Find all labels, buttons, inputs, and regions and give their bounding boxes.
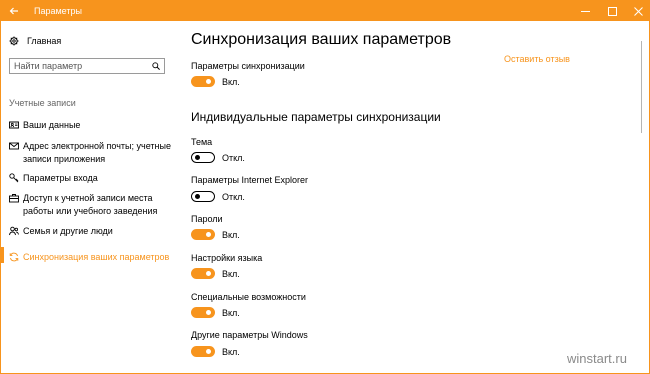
other-windows-toggle[interactable] — [191, 346, 215, 357]
maximize-icon — [607, 6, 617, 16]
sync-icon — [9, 252, 19, 262]
key-icon — [9, 173, 19, 183]
sidebar: Главная Учетные записи Ваши данные Адрес… — [1, 21, 177, 373]
sidebar-item-sign-in-options[interactable]: Параметры входа — [9, 172, 174, 185]
setting-ie-row: Откл. — [191, 191, 245, 202]
sidebar-item-sync[interactable]: Синхронизация ваших параметров — [9, 251, 174, 264]
toggle-knob — [206, 271, 211, 276]
active-indicator — [1, 247, 4, 263]
setting-theme-row: Откл. — [191, 152, 245, 163]
sidebar-item-label: Ваши данные — [23, 120, 81, 130]
setting-passwords-label: Пароли — [191, 214, 223, 224]
setting-language-row: Вкл. — [191, 268, 240, 279]
theme-toggle[interactable] — [191, 152, 215, 163]
toggle-state: Вкл. — [222, 268, 240, 279]
toggle-knob — [206, 349, 211, 354]
toggle-state: Откл. — [222, 191, 245, 202]
briefcase-icon — [9, 194, 19, 203]
sidebar-item-work-access[interactable]: Доступ к учетной записи места работы или… — [9, 192, 174, 218]
back-button[interactable] — [1, 1, 27, 21]
sidebar-item-label: Синхронизация ваших параметров — [23, 252, 170, 262]
sync-settings-label: Параметры синхронизации — [191, 61, 305, 71]
sidebar-item-label: Доступ к учетной записи места работы или… — [23, 193, 158, 216]
setting-other-windows-row: Вкл. — [191, 346, 240, 357]
passwords-toggle[interactable] — [191, 229, 215, 240]
sidebar-item-email-accounts[interactable]: Адрес электронной почты; учетные записи … — [9, 140, 174, 166]
minimize-icon — [580, 10, 590, 12]
sidebar-item-label: Параметры входа — [23, 173, 98, 183]
main-content: Синхронизация ваших параметров Оставить … — [177, 21, 649, 373]
section-title: Учетные записи — [9, 98, 76, 108]
toggle-knob — [206, 232, 211, 237]
sync-settings-toggle-row: Вкл. — [191, 76, 240, 87]
close-icon — [633, 6, 643, 16]
mail-icon — [9, 142, 19, 150]
page-title: Синхронизация ваших параметров — [191, 31, 452, 48]
feedback-link[interactable]: Оставить отзыв — [504, 54, 570, 64]
toggle-state: Вкл. — [222, 346, 240, 357]
minimize-button[interactable] — [571, 1, 599, 21]
setting-theme-label: Тема — [191, 137, 213, 147]
setting-other-windows-label: Другие параметры Windows — [191, 330, 308, 340]
ie-toggle[interactable] — [191, 191, 215, 202]
sync-settings-toggle[interactable] — [191, 76, 215, 87]
setting-language-label: Настройки языка — [191, 253, 263, 263]
toggle-state: Вкл. — [222, 229, 240, 240]
home-link[interactable]: Главная — [9, 36, 61, 46]
maximize-button[interactable] — [598, 1, 626, 21]
toggle-knob — [195, 154, 200, 160]
setting-accessibility-label: Специальные возможности — [191, 292, 306, 302]
setting-accessibility-row: Вкл. — [191, 307, 240, 318]
toggle-knob — [206, 310, 211, 315]
settings-window: Параметры Главная Учетные записи Ваш — [0, 0, 650, 374]
toggle-knob — [195, 193, 200, 199]
setting-ie-label: Параметры Internet Explorer — [191, 175, 309, 185]
search-icon[interactable] — [152, 62, 160, 70]
sidebar-item-your-info[interactable]: Ваши данные — [9, 119, 174, 132]
home-label: Главная — [27, 36, 62, 46]
toggle-knob — [206, 79, 211, 84]
window-title: Параметры — [34, 6, 82, 16]
back-arrow-icon — [9, 7, 18, 15]
setting-passwords-row: Вкл. — [191, 229, 240, 240]
people-icon — [9, 226, 19, 236]
language-toggle[interactable] — [191, 268, 215, 279]
accessibility-toggle[interactable] — [191, 307, 215, 318]
search-input[interactable] — [14, 59, 144, 73]
title-bar: Параметры — [1, 1, 649, 21]
sidebar-item-label: Адрес электронной почты; учетные записи … — [23, 141, 171, 164]
individual-settings-title: Индивидуальные параметры синхронизации — [191, 110, 441, 124]
toggle-state: Вкл. — [222, 307, 240, 318]
search-box[interactable] — [9, 58, 165, 74]
sidebar-item-label: Семья и другие люди — [23, 226, 113, 236]
toggle-state: Откл. — [222, 152, 245, 163]
close-button[interactable] — [624, 1, 649, 21]
watermark: winstart.ru — [567, 351, 627, 366]
scrollbar[interactable] — [641, 41, 642, 133]
person-card-icon — [9, 121, 19, 129]
gear-icon — [9, 36, 19, 46]
toggle-state: Вкл. — [222, 76, 240, 87]
sidebar-item-family[interactable]: Семья и другие люди — [9, 225, 174, 238]
